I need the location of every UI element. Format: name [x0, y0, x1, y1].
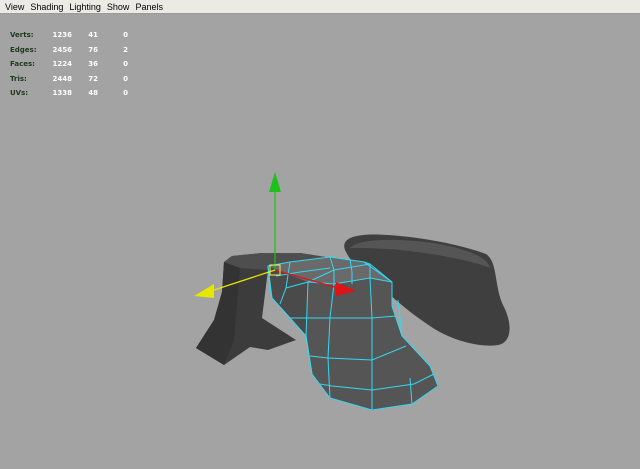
z-axis-arrow[interactable] — [194, 284, 214, 298]
hud-selected: 48 — [88, 89, 98, 97]
hud-components: 0 — [123, 74, 128, 83]
hud-selected: 36 — [88, 60, 98, 68]
3d-viewport[interactable]: Verts: 1236 41 0 Edges: 2456 76 2 Faces:… — [0, 14, 640, 469]
hud-components: 0 — [123, 31, 128, 39]
hud-components: 0 — [123, 60, 128, 68]
y-axis-arrow[interactable] — [269, 172, 281, 192]
hud-selected: 41 — [88, 31, 98, 39]
hud-label: Verts: — [10, 31, 34, 39]
hud-selected: 72 — [88, 74, 98, 83]
hud-label: Faces: — [10, 60, 35, 68]
hud-label: UVs: — [10, 89, 29, 97]
hud-total: 2456 — [52, 45, 72, 54]
hud-selected: 76 — [88, 45, 98, 54]
hud-total: 1338 — [52, 89, 72, 97]
menu-view[interactable]: View — [2, 0, 27, 14]
menu-shading[interactable]: Shading — [27, 0, 66, 14]
hud-components: 2 — [123, 45, 128, 54]
menu-show[interactable]: Show — [104, 0, 133, 14]
menu-lighting[interactable]: Lighting — [66, 0, 104, 14]
panel-menu-bar: View Shading Lighting Show Panels — [0, 0, 640, 14]
hud-label: Edges: — [10, 45, 37, 54]
hud-total: 2448 — [52, 74, 72, 83]
menu-panels[interactable]: Panels — [132, 0, 166, 14]
hud-label: Tris: — [10, 74, 27, 83]
hud-components: 0 — [123, 89, 128, 97]
hud-total: 1224 — [52, 60, 72, 68]
hud-total: 1236 — [52, 31, 72, 39]
